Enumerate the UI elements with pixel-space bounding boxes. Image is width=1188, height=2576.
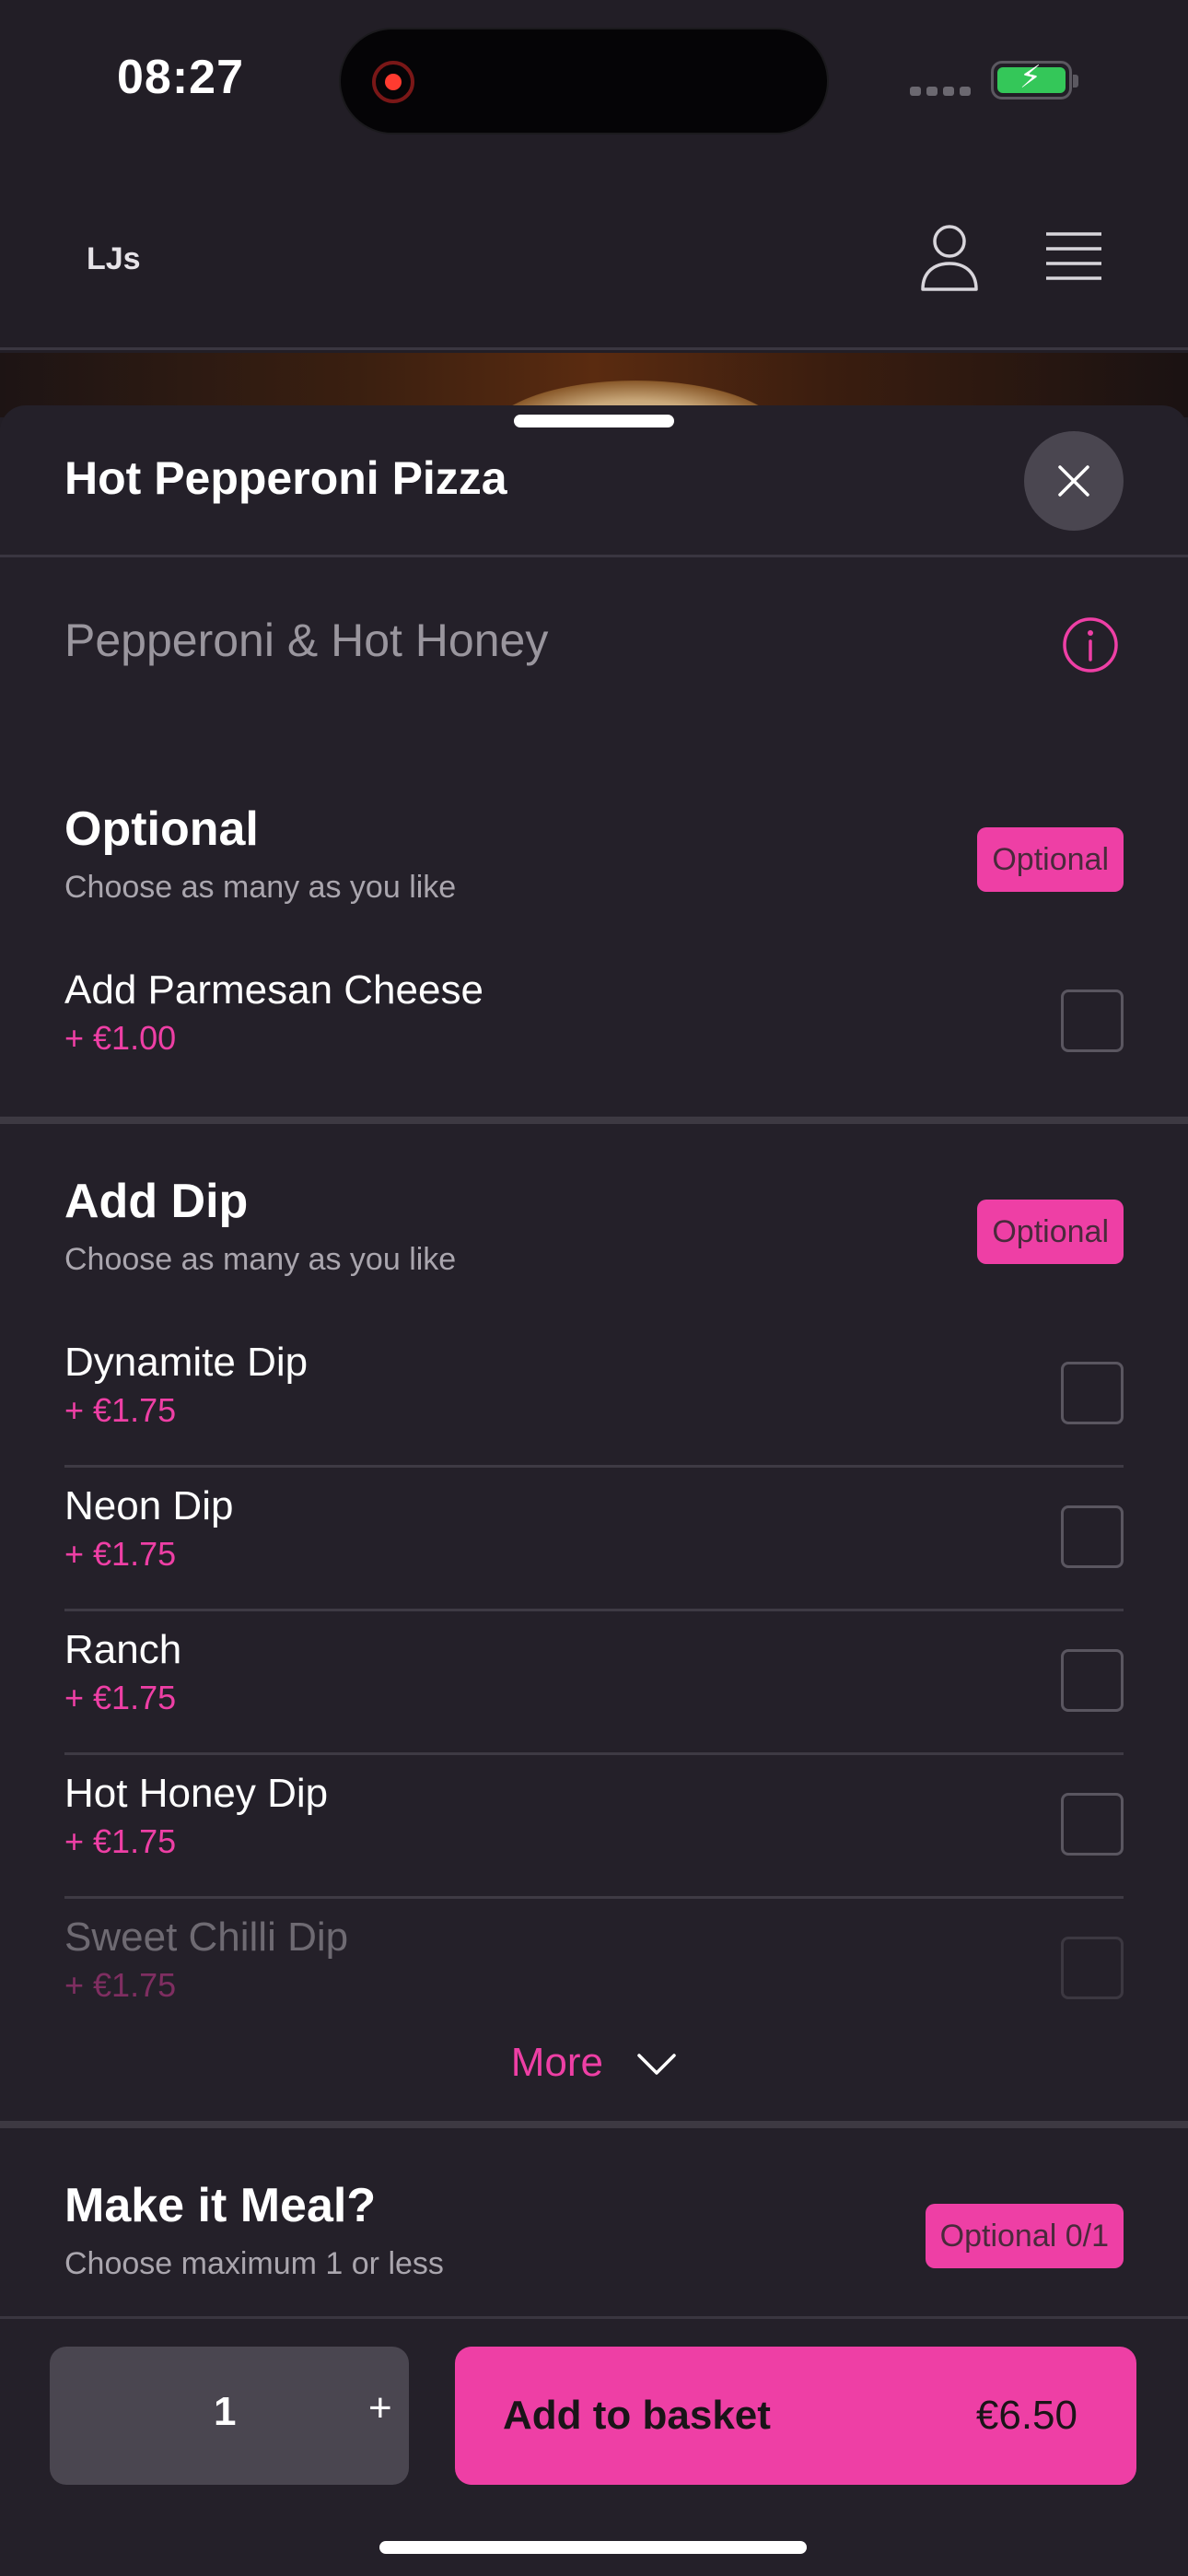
user-icon[interactable] — [919, 223, 980, 293]
status-bar: 08:27 ⚡ — [0, 0, 1188, 166]
section-separator — [0, 1117, 1188, 1124]
chevron-down-icon — [637, 2054, 676, 2076]
item-title: Hot Pepperoni Pizza — [64, 452, 507, 504]
divider — [64, 1752, 1124, 1755]
divider — [0, 555, 1188, 557]
section-title-add-dip: Add Dip — [64, 1175, 249, 1228]
status-badge: Optional 0/1 — [925, 2204, 1124, 2268]
close-icon — [1058, 465, 1089, 497]
section-separator — [0, 2121, 1188, 2128]
option-price: + €1.75 — [64, 1679, 177, 1716]
section-subtitle: Choose maximum 1 or less — [64, 2246, 444, 2281]
signal-icon — [910, 87, 971, 96]
basket-total: €6.50 — [975, 2393, 1077, 2438]
section-title-make-it-meal: Make it Meal? — [64, 2179, 377, 2232]
sheet-grabber[interactable] — [514, 415, 674, 427]
increment-button[interactable]: + — [368, 2385, 392, 2431]
divider — [64, 1465, 1124, 1468]
divider — [64, 1609, 1124, 1611]
checkbox[interactable] — [1061, 989, 1124, 1052]
option-ranch[interactable]: Ranch + €1.75 — [64, 1614, 1124, 1758]
info-icon[interactable] — [1061, 615, 1120, 674]
checkbox[interactable] — [1061, 1362, 1124, 1424]
checkbox[interactable] — [1061, 1649, 1124, 1712]
option-name: Add Parmesan Cheese — [64, 967, 483, 1013]
status-badge: Optional — [977, 827, 1124, 892]
option-sweet-chilli-dip[interactable]: Sweet Chilli Dip + €1.75 — [64, 1902, 1124, 2045]
home-indicator — [379, 2541, 807, 2554]
option-name: Dynamite Dip — [64, 1340, 309, 1385]
option-dynamite-dip[interactable]: Dynamite Dip + €1.75 — [64, 1327, 1124, 1470]
more-label: More — [510, 2040, 603, 2085]
more-button[interactable]: More — [0, 2040, 1188, 2086]
app-header: LJs — [0, 166, 1188, 350]
option-name: Neon Dip — [64, 1483, 234, 1528]
menu-icon[interactable] — [1044, 230, 1103, 282]
add-to-basket-button[interactable]: Add to basket €6.50 — [455, 2347, 1136, 2485]
brand-logo[interactable]: LJs — [87, 241, 141, 277]
recording-indicator-icon — [372, 61, 414, 103]
option-price: + €1.75 — [64, 1535, 177, 1573]
item-sheet: Hot Pepperoni Pizza Pepperoni & Hot Hone… — [0, 405, 1188, 2576]
option-name: Sweet Chilli Dip — [64, 1914, 349, 1960]
status-badge: Optional — [977, 1200, 1124, 1264]
quantity-value: 1 — [214, 2389, 237, 2434]
close-button[interactable] — [1024, 431, 1124, 531]
divider — [64, 1896, 1124, 1899]
bottom-action-bar: 1 + Add to basket €6.50 — [0, 2316, 1188, 2576]
item-description: Pepperoni & Hot Honey — [64, 615, 549, 666]
status-time: 08:27 — [117, 51, 244, 104]
battery-icon: ⚡ — [991, 61, 1078, 100]
option-price: + €1.00 — [64, 1019, 177, 1057]
option-add-parmesan-cheese[interactable]: Add Parmesan Cheese + €1.00 — [64, 954, 1124, 1098]
section-subtitle: Choose as many as you like — [64, 1242, 457, 1277]
option-price: + €1.75 — [64, 1391, 177, 1429]
dynamic-island — [339, 28, 829, 135]
quantity-stepper[interactable]: 1 + — [50, 2347, 409, 2485]
option-neon-dip[interactable]: Neon Dip + €1.75 — [64, 1470, 1124, 1614]
section-title-optional: Optional — [64, 802, 259, 856]
checkbox[interactable] — [1061, 1505, 1124, 1568]
checkbox[interactable] — [1061, 1793, 1124, 1856]
add-to-basket-label: Add to basket — [503, 2393, 771, 2438]
option-name: Ranch — [64, 1627, 182, 1672]
option-name: Hot Honey Dip — [64, 1771, 329, 1816]
checkbox[interactable] — [1061, 1937, 1124, 1999]
option-hot-honey-dip[interactable]: Hot Honey Dip + €1.75 — [64, 1758, 1124, 1902]
option-price: + €1.75 — [64, 1822, 177, 1860]
section-subtitle: Choose as many as you like — [64, 870, 457, 905]
option-price: + €1.75 — [64, 1966, 177, 2004]
